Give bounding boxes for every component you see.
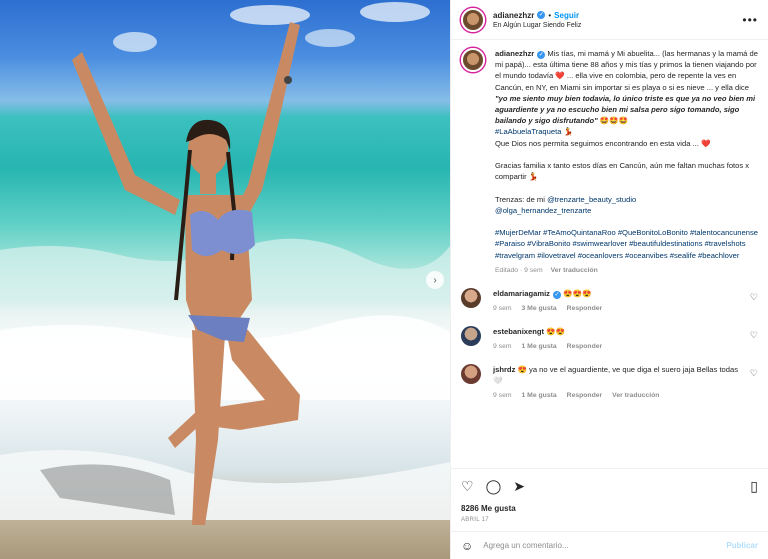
comment-meta: 9 sem 1 Me gusta Responder [493, 341, 743, 352]
trenzas-label: Trenzas: de mi [495, 194, 548, 204]
share-send-icon[interactable]: ➤ [513, 478, 525, 495]
post-date: ABRIL 17 [461, 517, 489, 523]
caption-text: adianezhzr ✓ Mis tías, mi mamá y Mi abuel… [495, 48, 758, 261]
mention-link[interactable]: @olga_hernandez_trenzarte [495, 206, 591, 215]
mention-link[interactable]: @trenzarte_beauty_studio [547, 195, 636, 204]
comment-likes[interactable]: 1 Me gusta [522, 390, 557, 401]
reply-button[interactable]: Responder [567, 341, 603, 352]
comment-text: 😍😍😍 [560, 289, 592, 299]
comment-input[interactable] [483, 541, 727, 550]
comment-text: 😍 ya no ve el aguardiente, ve que diga e… [493, 365, 739, 386]
caption-text-3: 💃 [561, 127, 574, 137]
comment-avatar[interactable] [461, 288, 481, 309]
caption-line-3: Gracias familia x tanto estos días en Ca… [495, 161, 750, 182]
caption-line-2: Que Dios nos permita seguimos encontrand… [495, 138, 711, 148]
comment-username[interactable]: estebanixengt [493, 327, 544, 336]
comment-body: estebanixengt 😍😍 9 sem 1 Me gusta Respon… [493, 326, 743, 352]
bookmark-save-icon[interactable]: ▯ [750, 478, 758, 495]
chevron-right-icon: › [433, 274, 437, 286]
hashtags-link[interactable]: #MujerDeMar #TeAmoQuintanaRoo #QueBonito… [495, 228, 758, 259]
see-translation-button[interactable]: Ver traducción [551, 265, 598, 276]
comment-likes[interactable]: 3 Me gusta [522, 303, 557, 314]
next-photo-button[interactable]: › [426, 271, 444, 289]
instagram-post: › adianezhzr ✓ • Seguir En Algún Lugar S… [0, 0, 768, 559]
like-comment-heart-icon[interactable]: ♡ [750, 330, 758, 341]
post-comment-button[interactable]: Publicar [726, 541, 758, 550]
verified-icon: ✓ [552, 291, 561, 300]
comment-avatar[interactable] [461, 326, 481, 347]
comment-item: jshrdz 😍 ya no ve el aguardiente, ve que… [461, 364, 758, 401]
reply-button[interactable]: Responder [567, 303, 603, 314]
separator: • [548, 10, 552, 20]
hashtag-link[interactable]: #LaAbuelaTraqueta [495, 127, 561, 136]
post-header: adianezhzr ✓ • Seguir En Algún Lugar Sie… [451, 0, 768, 40]
caption-text-1: Mis tías, mi mamá y Mi abuelita... (las … [495, 49, 758, 92]
comment-time: 9 sem [493, 343, 512, 351]
comment-avatar[interactable] [461, 364, 481, 385]
header-text: adianezhzr ✓ • Seguir En Algún Lugar Sie… [493, 11, 581, 29]
caption-avatar[interactable] [461, 48, 485, 72]
comment-meta: 9 sem 1 Me gusta Responder Ver traducció… [493, 390, 743, 401]
comment-item: estebanixengt 😍😍 9 sem 1 Me gusta Respon… [461, 326, 758, 352]
add-comment-bar: ☺ Publicar [451, 531, 768, 559]
comment-meta: 9 sem 3 Me gusta Responder [493, 303, 743, 314]
header-username[interactable]: adianezhzr [493, 11, 534, 20]
post-photo[interactable]: › [0, 0, 450, 559]
see-translation-button[interactable]: Ver traducción [612, 390, 659, 401]
avatar[interactable] [461, 7, 485, 32]
comment-username[interactable]: eldamariagamiz [493, 289, 550, 298]
verified-icon: ✓ [537, 11, 546, 19]
comment-body: jshrdz 😍 ya no ve el aguardiente, ve que… [493, 364, 743, 401]
comment-item: eldamariagamiz ✓ 😍😍😍 9 sem 3 Me gusta Res… [461, 288, 758, 314]
edited-time: Editado · 9 sem [495, 266, 543, 274]
more-options-icon[interactable]: ••• [742, 13, 758, 27]
like-heart-icon[interactable]: ♡ [461, 478, 474, 495]
beach-photo [0, 2, 450, 525]
comment-body: eldamariagamiz ✓ 😍😍😍 9 sem 3 Me gusta Res… [493, 288, 743, 314]
comment-bubble-icon[interactable]: ◯ [486, 478, 502, 495]
caption-body: adianezhzr ✓ Mis tías, mi mamá y Mi abuel… [495, 48, 758, 276]
comment-text: 😍😍 [544, 327, 566, 337]
caption-username[interactable]: adianezhzr [495, 49, 534, 58]
comments-section: adianezhzr ✓ Mis tías, mi mamá y Mi abuel… [451, 40, 768, 468]
caption-text-2: 🤩🤩🤩 [597, 116, 629, 126]
reply-button[interactable]: Responder [567, 390, 603, 401]
comment-username[interactable]: jshrdz [493, 365, 515, 374]
comment-time: 9 sem [493, 392, 512, 400]
header-row: adianezhzr ✓ • Seguir [493, 11, 581, 20]
emoji-icon[interactable]: ☺ [461, 539, 473, 553]
caption: adianezhzr ✓ Mis tías, mi mamá y Mi abuel… [461, 48, 758, 276]
action-bar: ♡ ◯ ➤ ▯ [451, 468, 768, 504]
location-link[interactable]: En Algún Lugar Siendo Feliz [493, 22, 581, 29]
post-sidebar: adianezhzr ✓ • Seguir En Algún Lugar Sie… [450, 0, 768, 559]
likes-count[interactable]: 8286 Me gusta [451, 504, 768, 513]
like-comment-heart-icon[interactable]: ♡ [750, 292, 758, 303]
follow-button[interactable]: Seguir [554, 11, 579, 20]
caption-meta: Editado · 9 sem Ver traducción [495, 265, 758, 276]
comment-likes[interactable]: 1 Me gusta [522, 341, 557, 352]
comment-time: 9 sem [493, 305, 512, 313]
like-comment-heart-icon[interactable]: ♡ [750, 368, 758, 379]
